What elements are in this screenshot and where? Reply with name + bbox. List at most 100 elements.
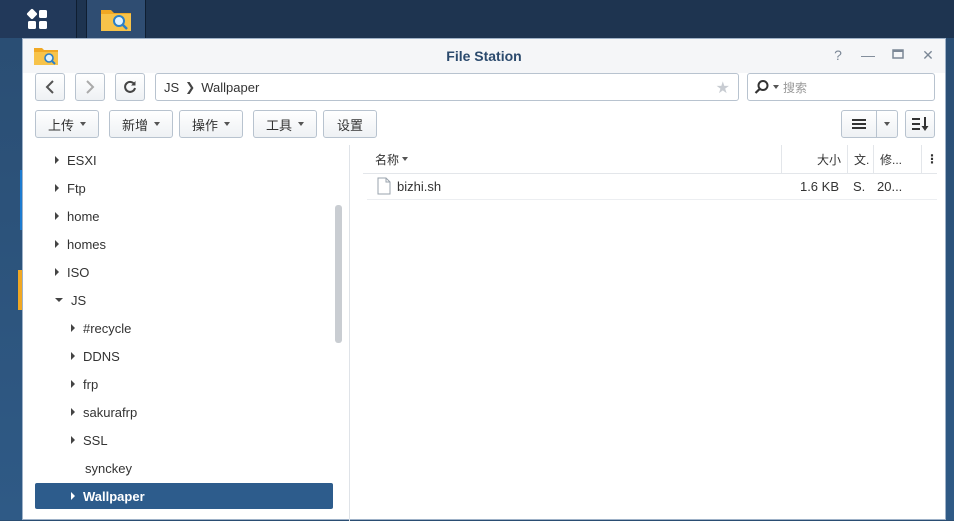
expand-arrow-icon[interactable] xyxy=(55,268,59,276)
taskbar xyxy=(0,0,954,38)
expand-arrow-icon[interactable] xyxy=(71,380,75,388)
tree-item-ddns[interactable]: DDNS xyxy=(35,343,333,369)
tree-item-label: synckey xyxy=(85,460,132,476)
column-type-label: 文. xyxy=(854,152,870,167)
tree-item-frp[interactable]: frp xyxy=(35,371,333,397)
chevron-left-icon xyxy=(45,80,54,94)
collapse-arrow-icon[interactable] xyxy=(55,298,63,302)
view-mode-dropdown[interactable] xyxy=(876,110,898,138)
action-button[interactable]: 操作 xyxy=(179,110,243,138)
tools-button[interactable]: 工具 xyxy=(253,110,317,138)
new-label: 新增 xyxy=(121,117,148,133)
expand-arrow-icon[interactable] xyxy=(71,436,75,444)
folder-tree: ESXI Ftp home homes ISO JS #recycle DDNS… xyxy=(23,145,350,521)
column-type-header[interactable]: 文. xyxy=(847,145,873,173)
chevron-down-icon xyxy=(884,122,890,126)
tree-item-home[interactable]: home xyxy=(35,203,333,229)
tree-item-ssl[interactable]: SSL xyxy=(35,427,333,453)
expand-arrow-icon[interactable] xyxy=(71,408,75,416)
main-menu-button[interactable] xyxy=(0,0,77,38)
file-name: bizhi.sh xyxy=(397,178,442,194)
tree-item-js[interactable]: JS xyxy=(35,287,333,313)
sort-button[interactable] xyxy=(905,110,935,138)
star-icon[interactable]: ★ xyxy=(716,78,730,98)
column-modified-label: 修... xyxy=(880,152,903,167)
path-bar[interactable]: JS ❯ Wallpaper ★ xyxy=(155,73,739,101)
tree-item-recycle[interactable]: #recycle xyxy=(35,315,333,341)
forward-button[interactable] xyxy=(75,73,105,101)
expand-arrow-icon[interactable] xyxy=(55,240,59,248)
close-icon[interactable]: ✕ xyxy=(921,47,935,63)
table-row[interactable]: bizhi.sh 1.6 KB S. 20... xyxy=(367,173,937,200)
tree-item-label: Wallpaper xyxy=(83,488,145,504)
column-name-label: 名称 xyxy=(375,152,400,167)
upload-label: 上传 xyxy=(47,117,74,133)
tree-item-esxi[interactable]: ESXI xyxy=(35,147,333,173)
desktop-icon-strip xyxy=(0,260,24,340)
upload-button[interactable]: 上传 xyxy=(35,110,99,138)
maximize-icon[interactable] xyxy=(891,47,905,63)
search-placeholder: 搜索 xyxy=(783,80,808,95)
help-icon[interactable]: ? xyxy=(831,47,845,63)
tree-item-wallpaper[interactable]: Wallpaper xyxy=(35,483,333,509)
chevron-down-icon xyxy=(80,122,86,126)
tree-item-ftp[interactable]: Ftp xyxy=(35,175,333,201)
minimize-icon[interactable]: — xyxy=(861,47,875,63)
chevron-right-icon xyxy=(86,80,95,94)
tree-item-label: home xyxy=(67,208,100,224)
settings-button[interactable]: 设置 xyxy=(323,110,377,138)
file-modified: 20... xyxy=(877,178,903,194)
column-options-button[interactable]: ⋮ xyxy=(921,145,938,173)
view-mode-button[interactable] xyxy=(841,110,877,138)
grid-menu-icon xyxy=(26,8,47,29)
refresh-button[interactable] xyxy=(115,73,145,101)
tree-item-label: homes xyxy=(67,236,107,252)
tree-item-label: DDNS xyxy=(83,348,120,364)
breadcrumb-wallpaper[interactable]: Wallpaper xyxy=(201,80,259,95)
desktop-icon-strip xyxy=(0,160,24,240)
tree-item-sakurafrp[interactable]: sakurafrp xyxy=(35,399,333,425)
sort-icon xyxy=(912,117,929,131)
expand-arrow-icon[interactable] xyxy=(71,352,75,360)
column-modified-header[interactable]: 修... xyxy=(873,145,921,173)
folder-search-icon xyxy=(101,10,131,31)
back-button[interactable] xyxy=(35,73,65,101)
expand-arrow-icon[interactable] xyxy=(55,212,59,220)
chevron-down-icon xyxy=(298,122,304,126)
settings-label: 设置 xyxy=(336,117,363,133)
file-list: 名称 大小 文. 修... ⋮ bizhi.sh 1.6 KB S. 20... xyxy=(363,145,938,521)
search-icon xyxy=(754,80,769,94)
tree-item-label: sakurafrp xyxy=(83,404,138,420)
new-button[interactable]: 新增 xyxy=(109,110,173,138)
column-size-header[interactable]: 大小 xyxy=(781,145,847,173)
column-name-header[interactable]: 名称 xyxy=(363,145,781,173)
file-station-window: File Station ? — ✕ JS ❯ Wallpaper ★ 搜索 上… xyxy=(22,38,946,521)
taskbar-file-station[interactable] xyxy=(86,0,146,38)
chevron-down-icon xyxy=(154,122,160,126)
window-title: File Station xyxy=(446,48,522,64)
file-type: S. xyxy=(853,178,866,194)
tree-scrollbar[interactable] xyxy=(335,205,342,343)
chevron-down-icon xyxy=(224,122,230,126)
title-bar[interactable]: File Station ? — ✕ xyxy=(23,39,945,73)
file-icon xyxy=(377,177,391,195)
expand-arrow-icon[interactable] xyxy=(71,324,75,332)
tree-item-label: Ftp xyxy=(67,180,86,196)
file-size: 1.6 KB xyxy=(799,178,839,194)
tree-item-homes[interactable]: homes xyxy=(35,231,333,257)
expand-arrow-icon[interactable] xyxy=(55,156,59,164)
search-input[interactable]: 搜索 xyxy=(747,73,935,101)
tree-item-label: frp xyxy=(83,376,99,392)
action-label: 操作 xyxy=(191,117,218,133)
expand-arrow-icon[interactable] xyxy=(55,184,59,192)
tree-item-label: #recycle xyxy=(83,320,132,336)
tree-item-label: JS xyxy=(71,292,87,308)
tree-item-synckey[interactable]: synckey xyxy=(35,455,333,481)
breadcrumb-js[interactable]: JS xyxy=(164,80,179,95)
column-size-label: 大小 xyxy=(816,152,841,167)
expand-arrow-icon[interactable] xyxy=(71,492,75,500)
refresh-icon xyxy=(124,80,136,93)
tree-item-iso[interactable]: ISO xyxy=(35,259,333,285)
chevron-down-icon[interactable] xyxy=(773,85,779,89)
tree-item-label: SSL xyxy=(83,432,108,448)
